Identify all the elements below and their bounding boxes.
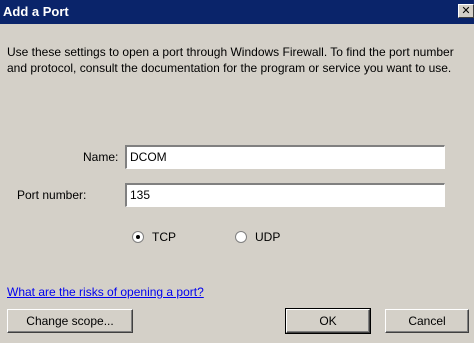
radio-udp-indicator [235, 231, 247, 243]
radio-selected-dot [136, 235, 140, 239]
radio-tcp[interactable]: TCP [132, 230, 176, 244]
radio-udp-label: UDP [255, 230, 281, 244]
name-label: Name: [83, 150, 119, 164]
change-scope-button[interactable]: Change scope... [7, 309, 133, 333]
port-number-label: Port number: [17, 188, 87, 202]
dialog-description: Use these settings to open a port throug… [7, 45, 454, 75]
cancel-button[interactable]: Cancel [385, 309, 469, 333]
port-number-field[interactable]: 135 [125, 183, 445, 207]
ok-button[interactable]: OK [285, 308, 371, 334]
close-button[interactable]: ✕ [458, 4, 474, 18]
radio-tcp-label: TCP [152, 230, 176, 244]
title-bar: Add a Port ✕ [0, 0, 474, 24]
radio-tcp-indicator [132, 231, 144, 243]
radio-udp[interactable]: UDP [235, 230, 280, 244]
risks-help-link[interactable]: What are the risks of opening a port? [7, 285, 204, 299]
close-icon: ✕ [461, 5, 471, 17]
dialog-title: Add a Port [3, 4, 69, 19]
name-field[interactable]: DCOM [125, 145, 445, 169]
